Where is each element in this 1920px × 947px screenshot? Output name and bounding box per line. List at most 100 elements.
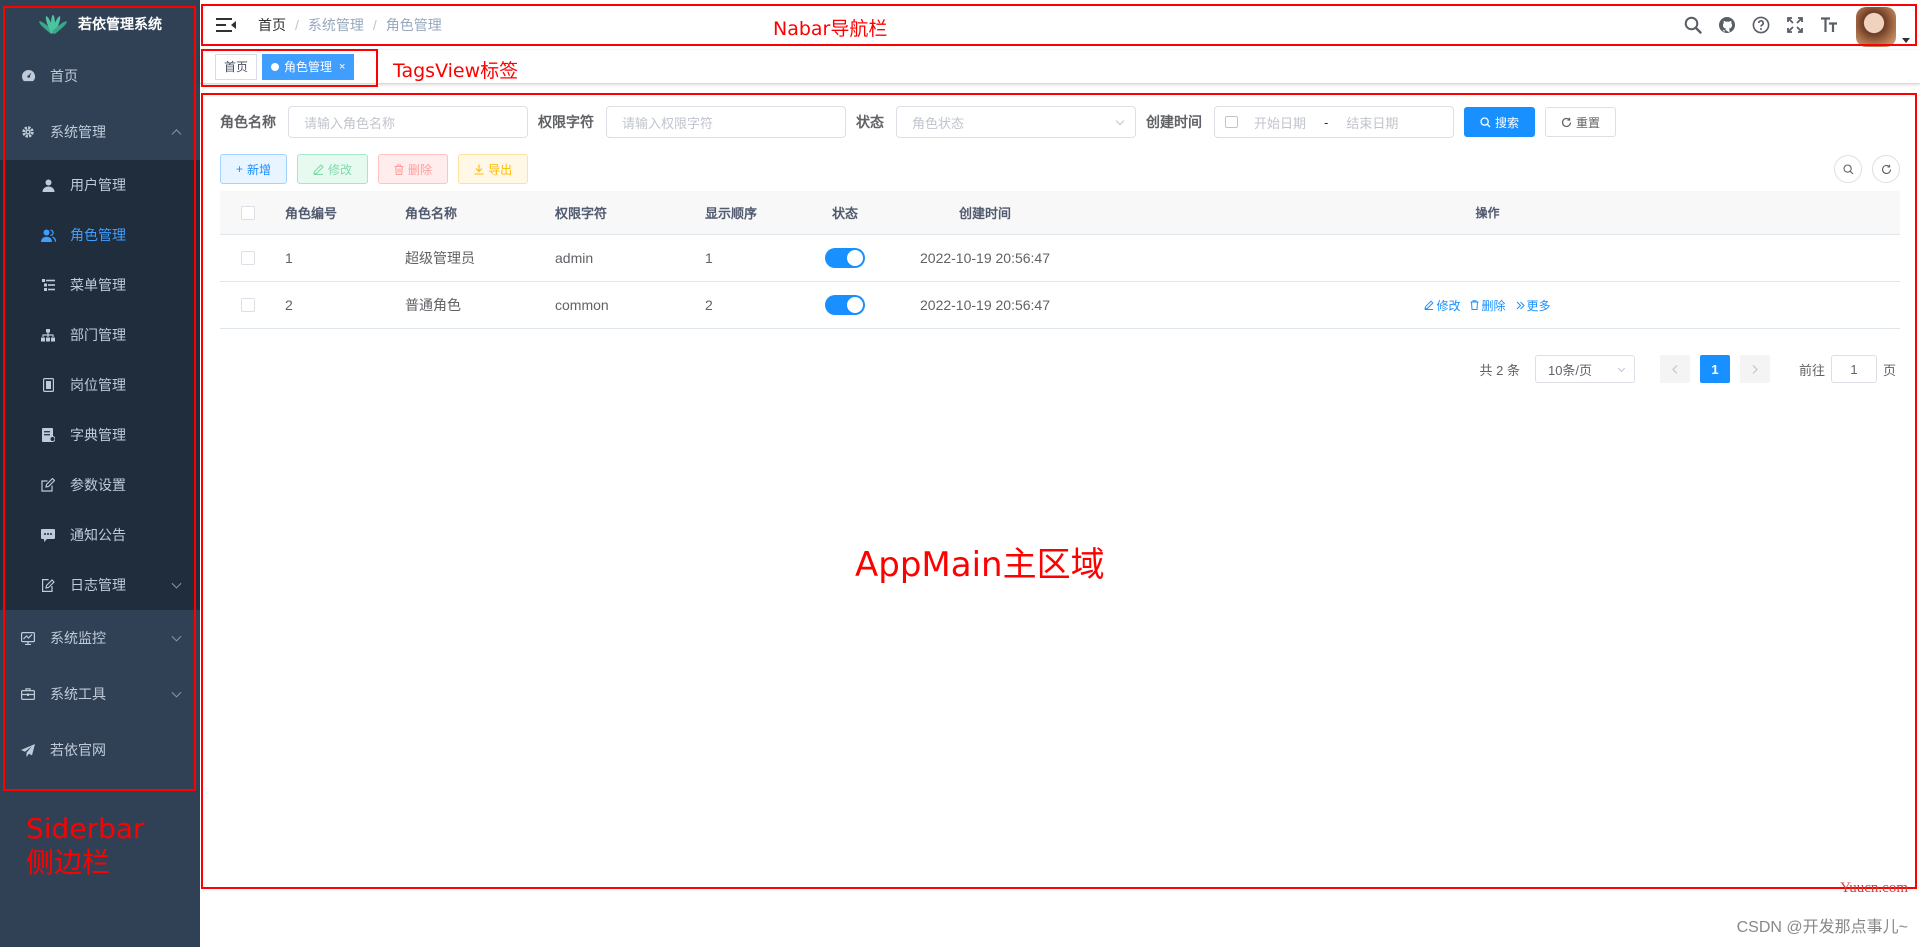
sidebar-item-logs[interactable]: 日志管理 (0, 560, 200, 610)
breadcrumb: 首页 / 系统管理 / 角色管理 (258, 15, 442, 35)
start-date-placeholder[interactable]: 开始日期 (1254, 113, 1306, 132)
role-name-input[interactable]: 请输入角色名称 (288, 106, 528, 138)
select-all-cell (220, 205, 275, 220)
fullscreen-icon[interactable] (1778, 0, 1812, 50)
sidebar-annotation-line1: Siderbar (26, 812, 145, 845)
cell-name: 普通角色 (405, 297, 461, 313)
logo-title: 若依管理系统 (78, 16, 162, 32)
toggle-search-button[interactable] (1834, 155, 1862, 183)
delete-button[interactable]: 删除 (378, 154, 449, 184)
row-delete-link[interactable]: 删除 (1470, 297, 1506, 314)
row-more-label: 更多 (1526, 298, 1551, 313)
role-key-label: 权限字符 (538, 114, 594, 130)
breadcrumb-separator: / (372, 17, 377, 33)
tree-table-icon (40, 277, 56, 293)
sidebar-item-label: 首页 (50, 68, 78, 84)
add-button[interactable]: + 新增 (220, 154, 288, 184)
chevron-down-icon (1617, 364, 1626, 373)
search-icon[interactable] (1676, 0, 1710, 50)
status-select[interactable]: 角色状态 (896, 106, 1136, 138)
role-name-label: 角色名称 (220, 114, 276, 130)
tool-icon (20, 686, 36, 702)
column-header-ops: 操作 (1475, 206, 1500, 220)
export-button[interactable]: 导出 (458, 154, 529, 184)
font-size-icon[interactable] (1812, 0, 1846, 50)
sidebar-item-tools[interactable]: 系统工具 (0, 666, 200, 722)
guide-icon (20, 742, 36, 758)
sidebar-item-users[interactable]: 用户管理 (0, 160, 200, 210)
page-number-current[interactable]: 1 (1699, 355, 1730, 383)
sidebar-item-depts[interactable]: 部门管理 (0, 310, 200, 360)
delete-icon (1470, 300, 1479, 310)
reset-button[interactable]: 重置 (1545, 107, 1617, 137)
avatar-dropdown[interactable] (1856, 3, 1910, 47)
pagination-total: 共 2 条 (1479, 362, 1520, 378)
sidebar-item-label: 系统监控 (50, 630, 106, 646)
row-checkbox[interactable] (240, 298, 255, 312)
cell-created: 2022-10-19 20:56:47 (920, 250, 1050, 266)
hamburger-icon[interactable] (216, 17, 236, 33)
status-switch[interactable] (825, 295, 865, 315)
github-icon[interactable] (1710, 0, 1744, 50)
sidebar-item-config[interactable]: 参数设置 (0, 460, 200, 510)
sidebar-item-dict[interactable]: 字典管理 (0, 410, 200, 460)
question-icon[interactable] (1744, 0, 1778, 50)
message-icon (40, 527, 56, 543)
logo-icon (37, 13, 69, 35)
status-switch[interactable] (825, 248, 865, 268)
tag-home[interactable]: 首页 (215, 53, 258, 80)
cell-status (795, 248, 895, 268)
page-jumper: 前往 1 页 (1799, 355, 1896, 383)
column-header-id: 角色编号 (285, 206, 338, 221)
goto-page-input[interactable]: 1 (1830, 355, 1877, 383)
search-button[interactable]: 搜索 (1464, 107, 1536, 137)
table-header: 角色编号 角色名称 权限字符 显示顺序 状态 创建时间 操作 (220, 191, 1900, 235)
sidebar-item-label: 系统管理 (50, 124, 106, 140)
sidebar-item-label: 若依官网 (50, 742, 106, 758)
next-page-button[interactable] (1739, 355, 1770, 383)
row-more-link[interactable]: 更多 (1516, 297, 1551, 314)
page-size-select[interactable]: 10条/页 (1534, 355, 1635, 383)
sidebar-logo[interactable]: 若依管理系统 (0, 0, 200, 48)
row-checkbox[interactable] (240, 251, 255, 265)
end-date-placeholder[interactable]: 结束日期 (1346, 113, 1398, 132)
sidebar-item-notice[interactable]: 通知公告 (0, 510, 200, 560)
sidebar-item-label: 字典管理 (70, 427, 126, 443)
column-header-sort: 显示顺序 (705, 206, 758, 221)
cell-id: 2 (285, 297, 293, 313)
row-delete-label: 删除 (1481, 298, 1506, 313)
range-separator: - (1324, 114, 1329, 130)
breadcrumb-home[interactable]: 首页 (258, 15, 286, 35)
export-button-label: 导出 (488, 162, 513, 177)
sidebar-item-menus[interactable]: 菜单管理 (0, 260, 200, 310)
role-table: 角色编号 角色名称 权限字符 显示顺序 状态 创建时间 操作 1 超级管理员 a… (220, 191, 1900, 329)
refresh-button[interactable] (1872, 155, 1900, 183)
date-range-picker[interactable]: 开始日期 - 结束日期 (1214, 106, 1454, 138)
column-header-status: 状态 (831, 206, 858, 221)
avatar[interactable] (1856, 7, 1896, 47)
sidebar-item-website[interactable]: 若依官网 (0, 722, 200, 778)
role-key-input[interactable]: 请输入权限字符 (606, 106, 846, 138)
sidebar-item-monitor[interactable]: 系统监控 (0, 610, 200, 666)
chevron-down-icon (171, 578, 182, 589)
sidebar-item-home[interactable]: 首页 (0, 48, 200, 104)
sidebar-item-roles[interactable]: 角色管理 (0, 210, 200, 260)
cell-created: 2022-10-19 20:56:47 (920, 297, 1050, 313)
navbar-annotation-label: Nabar导航栏 (773, 18, 888, 40)
sidebar-item-label: 系统工具 (50, 686, 106, 702)
prev-page-button[interactable] (1659, 355, 1690, 383)
tag-role-management[interactable]: 角色管理 × (262, 53, 355, 80)
edit-button[interactable]: 修改 (297, 154, 369, 184)
sidebar-item-posts[interactable]: 岗位管理 (0, 360, 200, 410)
page-suffix: 页 (1882, 362, 1896, 378)
chevron-down-icon (171, 631, 182, 642)
edit-icon (40, 477, 56, 493)
row-edit-link[interactable]: 修改 (1424, 297, 1460, 314)
breadcrumb-current: 角色管理 (385, 17, 442, 33)
select-all-checkbox[interactable] (240, 205, 255, 220)
download-icon (474, 164, 484, 175)
sidebar-item-label: 参数设置 (70, 477, 126, 493)
close-icon[interactable]: × (339, 55, 345, 79)
chevron-right-icon (1752, 364, 1758, 374)
sidebar-item-system[interactable]: 系统管理 (0, 104, 200, 160)
